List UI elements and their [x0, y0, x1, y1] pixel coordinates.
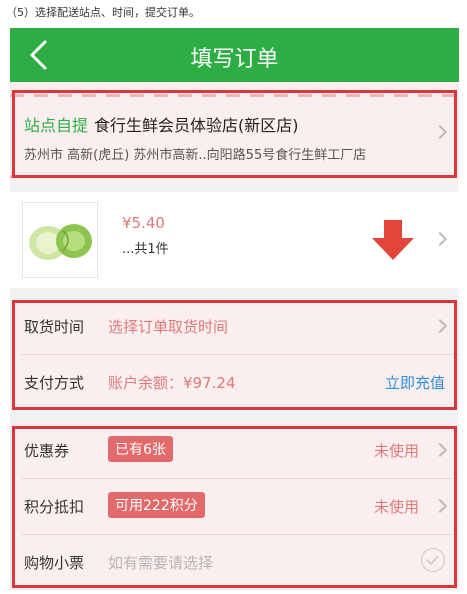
chevron-right-icon[interactable]	[432, 231, 448, 247]
tutorial-caption: （5）选择配送站点、时间，提交订单。	[6, 6, 200, 19]
highlight-frame-discounts	[12, 426, 457, 588]
phone-screen: 填写订单 站点自提 食行生鲜会员体验店(新区店) 苏州市 高新(虎丘) 苏州市高新…	[10, 28, 459, 590]
arrow-down-icon	[372, 220, 414, 260]
highlight-frame-station	[12, 90, 457, 178]
product-summary[interactable]: ¥5.40 ...共1件	[10, 192, 459, 288]
cabbage-icon	[29, 224, 92, 260]
product-quantity: ...共1件	[122, 242, 169, 257]
product-thumbnail	[22, 202, 98, 278]
page-title: 填写订单	[190, 47, 279, 72]
highlight-frame-time-payment	[12, 300, 457, 410]
navbar: 填写订单	[10, 28, 459, 82]
product-price: ¥5.40	[122, 214, 165, 232]
